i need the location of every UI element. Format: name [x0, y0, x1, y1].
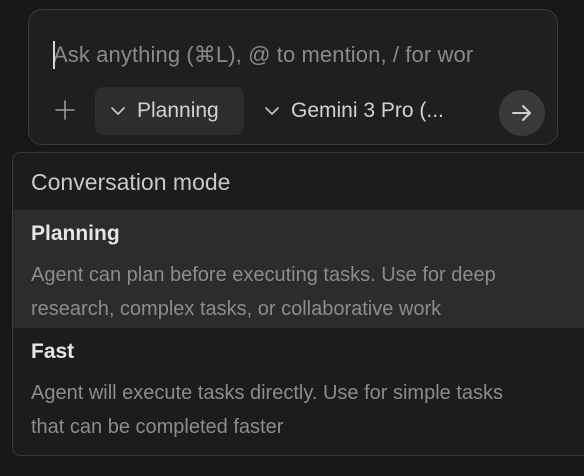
mode-button-label: Planning	[137, 99, 219, 122]
add-button[interactable]	[49, 94, 81, 126]
chevron-down-icon	[265, 107, 279, 115]
prompt-input[interactable]	[53, 38, 543, 72]
chevron-down-icon	[111, 107, 125, 115]
send-button[interactable]	[499, 90, 545, 136]
conversation-mode-button[interactable]: Planning	[95, 87, 244, 135]
plus-icon	[55, 100, 75, 120]
option-name: Planning	[31, 222, 120, 245]
model-select-button[interactable]: Gemini 3 Pro (...	[255, 87, 485, 135]
text-caret	[53, 41, 55, 69]
option-description: Agent can plan before executing tasks. U…	[31, 264, 496, 320]
chat-composer: Planning Gemini 3 Pro (...	[28, 9, 558, 145]
conversation-mode-dropdown: Conversation mode Planning Agent can pla…	[12, 152, 584, 456]
dropdown-title: Conversation mode	[31, 169, 231, 195]
mode-option-planning[interactable]: Planning Agent can plan before executing…	[13, 210, 584, 328]
arrow-right-icon	[512, 105, 531, 121]
option-name: Fast	[31, 340, 75, 363]
model-button-label: Gemini 3 Pro (...	[291, 99, 444, 122]
mode-option-fast[interactable]: Fast Agent will execute tasks directly. …	[13, 328, 584, 455]
option-description: Agent will execute tasks directly. Use f…	[31, 382, 504, 438]
app-root: Planning Gemini 3 Pro (... Conversation …	[0, 0, 584, 476]
